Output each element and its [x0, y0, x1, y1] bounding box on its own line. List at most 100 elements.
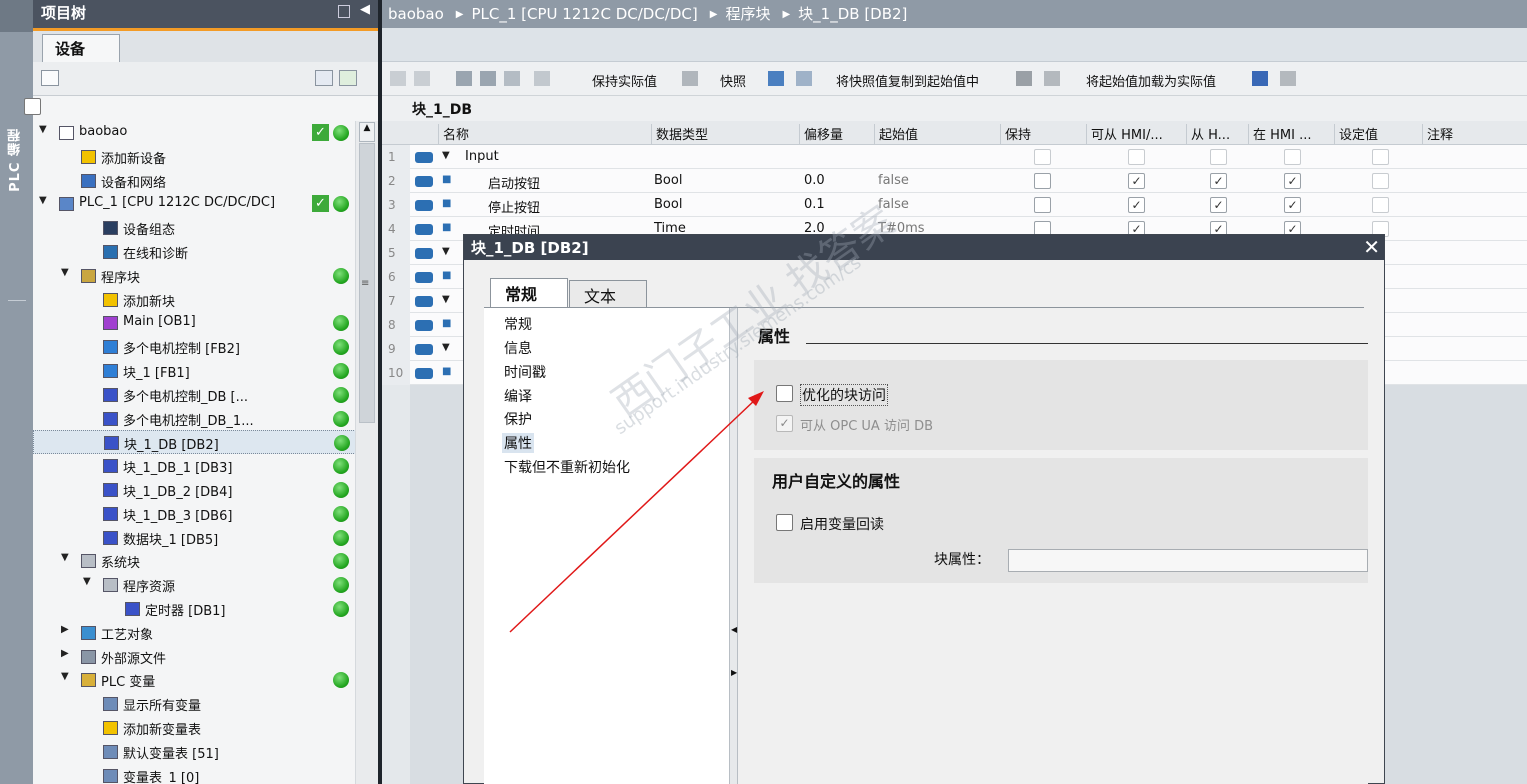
breadcrumb-db[interactable]: 块_1_DB [DB2] — [798, 5, 907, 23]
var-flag-checkbox[interactable] — [1034, 197, 1051, 213]
tab-text[interactable]: 文本 — [569, 280, 647, 307]
tree-item[interactable]: ▼ PLC 变量 — [33, 668, 378, 692]
tree-item[interactable]: 块_1_DB_2 [DB4] — [33, 478, 378, 502]
tree-item[interactable]: 添加新块 — [33, 288, 378, 312]
var-start[interactable]: false — [878, 173, 909, 188]
nav-item-attributes[interactable]: 属性 — [502, 433, 534, 453]
tree-item[interactable]: ▼ 系统块 — [33, 549, 378, 573]
tree-item[interactable]: ▼ 程序块 — [33, 264, 378, 288]
breadcrumb-plc[interactable]: PLC_1 [CPU 1212C DC/DC/DC] — [471, 5, 697, 23]
add-row-icon[interactable] — [414, 71, 430, 86]
load-snapshot-icon[interactable] — [768, 71, 784, 86]
table-row[interactable]: 1 ▼ Input — [382, 145, 1527, 169]
var-flag-checkbox[interactable]: ✓ — [1284, 197, 1301, 213]
expand-down-icon[interactable]: ▼ — [61, 267, 69, 278]
insert-row-icon[interactable] — [390, 71, 406, 86]
col-hmi-visible[interactable]: 在 HMI ... — [1248, 124, 1334, 145]
expand-down-icon[interactable]: ▼ — [61, 671, 69, 682]
tree-item[interactable]: 变量表_1 [0] — [33, 764, 378, 784]
expand-right-icon[interactable]: ▶ — [61, 648, 69, 659]
tree-item[interactable]: 显示所有变量 — [33, 692, 378, 716]
var-flag-checkbox[interactable] — [1372, 149, 1389, 165]
download-2-icon[interactable] — [1280, 71, 1296, 86]
var-flag-checkbox[interactable] — [1372, 173, 1389, 189]
collapse-left-icon[interactable]: ◀ — [360, 2, 370, 17]
table-row[interactable]: 3 ■ 停止按钮 Bool 0.1 false ✓ ✓ ✓ — [382, 193, 1527, 217]
tree-item[interactable]: 默认变量表 [51] — [33, 740, 378, 764]
load-start-as-actual-button[interactable]: 将起始值加载为实际值 — [1086, 71, 1216, 90]
tree-list-icon[interactable] — [504, 71, 520, 86]
collapse-all-icon[interactable] — [480, 71, 496, 86]
expand-down-icon[interactable]: ▼ — [39, 195, 47, 206]
opcua-checkbox[interactable]: ✓ — [776, 415, 793, 432]
tree-item[interactable]: 添加新设备 — [33, 145, 378, 169]
col-hmi-accessible[interactable]: 可从 HMI/... — [1086, 124, 1186, 145]
nav-item-protection[interactable]: 保护 — [504, 409, 532, 429]
row-expand-icon[interactable]: ▼ — [442, 150, 450, 161]
new-group-icon[interactable] — [41, 70, 59, 86]
var-flag-checkbox[interactable]: ✓ — [1210, 197, 1227, 213]
tab-devices[interactable]: 设备 — [42, 34, 120, 63]
col-retain[interactable]: 保持 — [1000, 124, 1086, 145]
row-expand-icon[interactable]: ▼ — [442, 294, 450, 305]
tree-item[interactable]: 多个电机控制 [FB2] — [33, 335, 378, 359]
col-offset[interactable]: 偏移量 — [799, 124, 874, 145]
var-name[interactable]: 启动按钮 — [488, 173, 540, 192]
nav-item-timestamp[interactable]: 时间戳 — [504, 362, 546, 382]
snapshot-icon[interactable] — [682, 71, 698, 86]
tree-item[interactable]: ▼ 程序资源 — [33, 573, 378, 597]
tree-item[interactable]: 数据块_1 [DB5] — [33, 526, 378, 550]
expand-down-icon[interactable]: ▼ — [61, 552, 69, 563]
var-start[interactable]: false — [878, 197, 909, 212]
expand-right-icon[interactable]: ▶ — [61, 624, 69, 635]
row-expand-icon[interactable]: ■ — [442, 198, 451, 209]
dialog-titlebar[interactable]: 块_1_DB [DB2] ✕ — [464, 235, 1384, 260]
nav-item-download-no-reinit[interactable]: 下载但不重新初始化 — [504, 457, 630, 477]
tree-item[interactable]: ▼ baobao ✓ — [33, 121, 378, 145]
var-type[interactable]: Bool — [654, 173, 682, 188]
readback-checkbox[interactable] — [776, 514, 793, 531]
expand-all-icon[interactable] — [456, 71, 472, 86]
row-expand-icon[interactable]: ▼ — [442, 246, 450, 257]
nav-item-general[interactable]: 常规 — [504, 314, 532, 334]
row-expand-icon[interactable]: ■ — [442, 222, 451, 233]
collapse-nav-icon[interactable]: ◀ — [731, 625, 737, 634]
optimized-access-checkbox[interactable] — [776, 385, 793, 402]
col-hmi-writable[interactable]: 从 H... — [1186, 124, 1248, 145]
tree-item[interactable]: 在线和诊断 — [33, 240, 378, 264]
var-flag-checkbox[interactable] — [1372, 197, 1389, 213]
col-datatype[interactable]: 数据类型 — [651, 124, 799, 145]
block-attr-field[interactable] — [1008, 549, 1368, 572]
var-offset[interactable]: 0.0 — [804, 173, 825, 188]
breadcrumb-project[interactable]: baobao — [388, 5, 444, 23]
tree-item[interactable]: 设备和网络 — [33, 169, 378, 193]
tree-item[interactable]: ▼ PLC_1 [CPU 1212C DC/DC/DC] ✓ — [33, 192, 378, 216]
export-icon[interactable] — [339, 70, 357, 86]
var-flag-checkbox[interactable] — [1210, 149, 1227, 165]
nav-splitter[interactable]: ◀ ▶ — [730, 308, 738, 784]
table-row[interactable]: 2 ■ 启动按钮 Bool 0.0 false ✓ ✓ ✓ — [382, 169, 1527, 193]
var-offset[interactable]: 0.1 — [804, 197, 825, 212]
var-type[interactable]: Bool — [654, 197, 682, 212]
tree-item[interactable]: 块_1_DB_1 [DB3] — [33, 454, 378, 478]
tree-item[interactable]: 块_1_DB [DB2] — [33, 430, 378, 455]
row-expand-icon[interactable]: ■ — [442, 270, 451, 281]
close-icon[interactable]: ✕ — [1363, 235, 1380, 259]
tree-item[interactable]: 添加新变量表 — [33, 716, 378, 740]
copy-snapshot-to-start-button[interactable]: 将快照值复制到起始值中 — [836, 71, 979, 90]
nav-item-info[interactable]: 信息 — [504, 338, 532, 358]
var-flag-checkbox[interactable]: ✓ — [1210, 173, 1227, 189]
tree-item[interactable]: ▶ 工艺对象 — [33, 621, 378, 645]
row-expand-icon[interactable]: ■ — [442, 366, 451, 377]
scroll-up-button[interactable]: ▲ — [359, 122, 375, 142]
tree-item[interactable]: 设备组态 — [33, 216, 378, 240]
monitor-icon[interactable] — [534, 71, 550, 86]
expand-down-icon[interactable]: ▼ — [83, 576, 91, 587]
col-comment[interactable]: 注释 — [1422, 124, 1527, 145]
breadcrumb-blocks[interactable]: 程序块 — [725, 5, 770, 23]
tree-item[interactable]: 多个电机控制_DB_1... — [33, 407, 378, 431]
tree-item[interactable]: ▶ 外部源文件 — [33, 645, 378, 669]
expand-down-icon[interactable]: ▼ — [39, 124, 47, 135]
snapshot-button[interactable]: 快照 — [720, 71, 746, 90]
var-flag-checkbox[interactable]: ✓ — [1284, 173, 1301, 189]
